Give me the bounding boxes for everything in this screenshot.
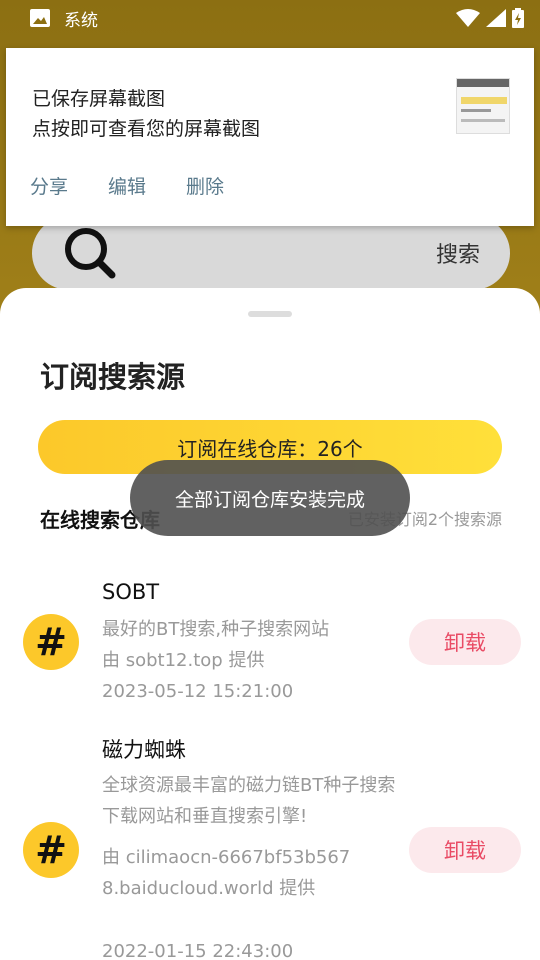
image-icon (30, 9, 50, 27)
screenshot-thumbnail[interactable] (456, 78, 510, 134)
share-button[interactable]: 分享 (30, 172, 68, 199)
item-description: 全球资源最丰富的磁力链BT种子搜索下载网站和垂直搜索引擎! (102, 775, 396, 827)
notification-title: 已保存屏幕截图 (32, 88, 166, 110)
bottom-sheet: 订阅搜索源 订阅在线仓库：26个 在线搜索仓库 已安装订阅2个搜索源 # SOB… (0, 288, 540, 960)
status-bar: 系统 (0, 0, 540, 36)
search-button[interactable]: 搜索 (436, 237, 480, 269)
screenshot-notification[interactable]: 已保存屏幕截图 点按即可查看您的屏幕截图 分享 编辑 删除 (6, 48, 534, 226)
notification-text: 点按即可查看您的屏幕截图 (32, 118, 261, 140)
drag-handle[interactable] (248, 311, 292, 317)
search-bar[interactable]: 搜索 (32, 216, 510, 290)
sheet-title: 订阅搜索源 (40, 360, 186, 394)
edit-button[interactable]: 编辑 (108, 172, 146, 199)
hash-icon: # (23, 614, 79, 670)
item-date: 2023-05-12 15:21:00 (102, 681, 294, 702)
delete-button[interactable]: 删除 (186, 172, 224, 199)
item-provider: 由 sobt12.top 提供 (102, 650, 265, 671)
signal-icon (486, 9, 506, 27)
status-icons (456, 8, 524, 28)
hash-icon: # (23, 822, 79, 878)
notification-actions: 分享 编辑 删除 (30, 172, 224, 199)
uninstall-button[interactable]: 卸载 (409, 827, 521, 873)
item-name: SOBT (102, 580, 160, 604)
wifi-icon (456, 9, 480, 27)
status-app-label: 系统 (64, 10, 98, 31)
search-icon (65, 228, 116, 279)
item-description: 最好的BT搜索,种子搜索网站 (102, 619, 330, 640)
toast-message: 全部订阅仓库安装完成 (130, 460, 410, 536)
item-name: 磁力蜘蛛 (102, 738, 186, 762)
item-provider: 由 cilimaocn-6667bf53b5678.baiducloud.wor… (102, 847, 351, 899)
uninstall-button[interactable]: 卸载 (409, 619, 521, 665)
item-date: 2022-01-15 22:43:00 (102, 941, 294, 960)
battery-icon (512, 8, 524, 28)
